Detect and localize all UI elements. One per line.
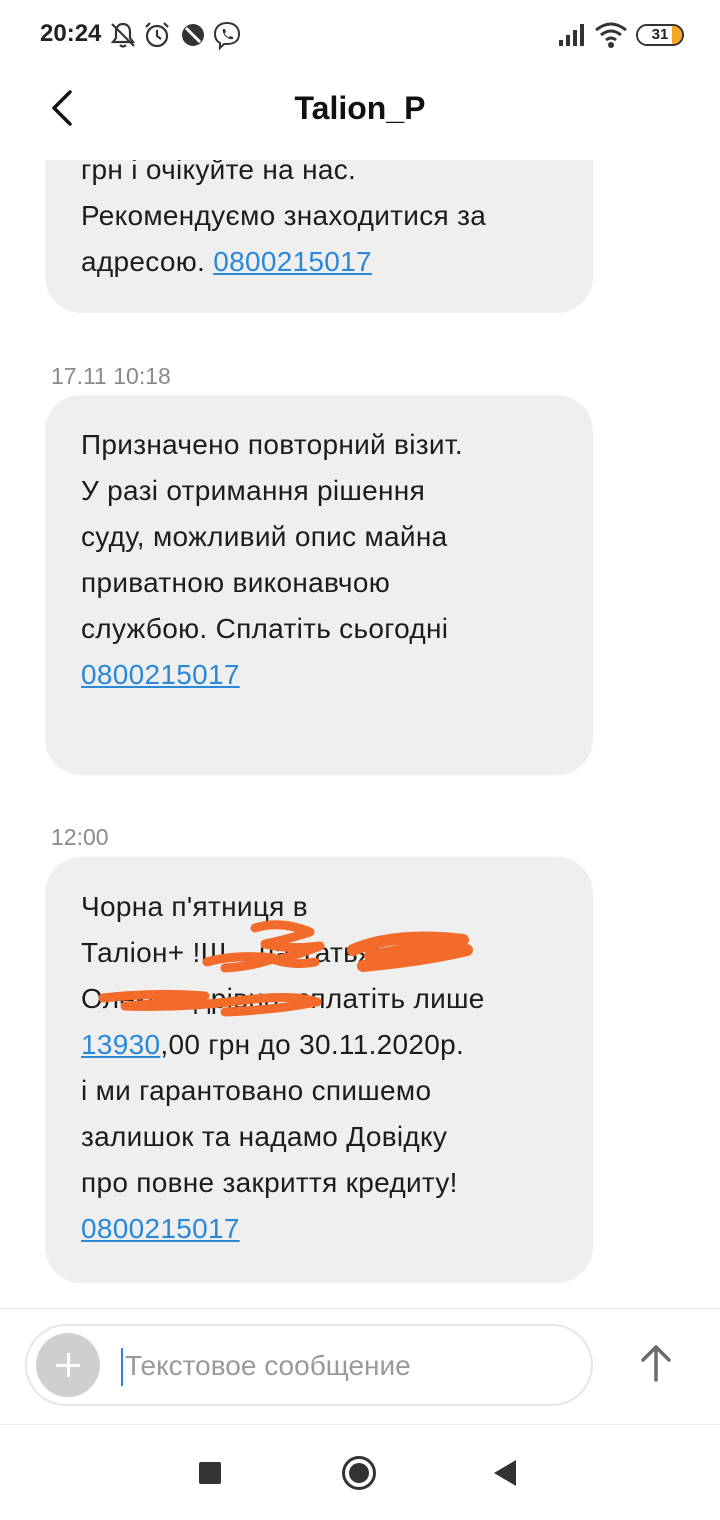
sms-conversation-screen: 20:24 31 Talion_P грн і очікуйте на нас.… <box>0 0 720 1520</box>
triangle-back-icon[interactable] <box>494 1460 516 1486</box>
composer-divider <box>0 1308 720 1309</box>
message-bubble[interactable]: Призначено повторний візит. У разі отрим… <box>45 395 593 775</box>
message-line: Таліон+ !Ш на Татьяна <box>81 937 406 968</box>
amount-link[interactable]: 13930 <box>81 1029 160 1060</box>
message-line: Чорна п'ятниця в <box>81 891 308 922</box>
message-line: залишок та надамо Довідку <box>81 1121 448 1152</box>
do-not-disturb-icon <box>182 24 204 46</box>
phone-link[interactable]: 0800215017 <box>81 1213 240 1244</box>
message-line: службою. Сплатіть сьогодні <box>81 613 449 644</box>
phone-link[interactable]: 0800215017 <box>81 659 240 690</box>
message-line: Олександрівна, сплатіть лише <box>81 983 485 1014</box>
viber-icon <box>213 21 241 50</box>
message-line: приватною виконавчою <box>81 567 390 598</box>
status-time: 20:24 <box>40 20 102 47</box>
message-timestamp: 17.11 10:18 <box>51 363 171 389</box>
signal-icon <box>559 24 584 46</box>
message-line: і ми гарантовано спишемо <box>81 1075 432 1106</box>
wifi-icon <box>595 22 627 48</box>
message-line: грн і очікуйте на нас. <box>81 160 357 185</box>
conversation-header: Talion_P <box>0 70 720 160</box>
message-line: 13930,00 грн до 30.11.2020р. <box>81 1022 557 1068</box>
page-title: Talion_P <box>294 90 426 126</box>
message-composer <box>25 1324 593 1406</box>
alarm-icon <box>145 22 169 48</box>
message-line: суду, можливий опис майна <box>81 521 448 552</box>
arrow-up-icon <box>641 1345 671 1382</box>
message-line: 0800215017 <box>81 1206 557 1252</box>
text-caret <box>121 1348 123 1386</box>
message-line: адресою. 0800215017 <box>81 239 557 285</box>
message-line: про повне закриття кредиту! <box>81 1167 458 1198</box>
circle-home-icon[interactable] <box>342 1456 376 1490</box>
phone-link[interactable]: 0800215017 <box>213 246 372 277</box>
message-bubble[interactable]: Чорна п'ятниця в Таліон+ !Ш на Татьяна О… <box>45 857 593 1283</box>
battery-level-text: 31 <box>651 26 669 43</box>
bell-off-icon <box>110 22 136 48</box>
message-list[interactable]: грн і очікуйте на нас. Рекомендуємо знах… <box>0 160 720 1308</box>
send-button[interactable] <box>633 1340 679 1386</box>
message-text: ,00 грн до 30.11.2020р. <box>160 1029 465 1060</box>
battery-icon: 31 <box>636 24 684 46</box>
message-timestamp: 12:00 <box>51 824 109 850</box>
message-line: У разі отримання рішення <box>81 475 426 506</box>
system-navigation-bar <box>0 1425 720 1520</box>
message-bubble[interactable]: грн і очікуйте на нас. Рекомендуємо знах… <box>45 160 593 313</box>
message-line: 0800215017 <box>81 652 557 698</box>
message-text: адресою. <box>81 246 214 277</box>
add-attachment-button[interactable] <box>36 1333 100 1397</box>
status-bar: 20:24 31 <box>0 0 720 70</box>
square-recents-icon[interactable] <box>199 1462 221 1484</box>
message-line: Призначено повторний візит. <box>81 429 463 460</box>
message-input[interactable] <box>125 1344 565 1388</box>
message-line: Рекомендуємо знаходитися за <box>81 200 487 231</box>
